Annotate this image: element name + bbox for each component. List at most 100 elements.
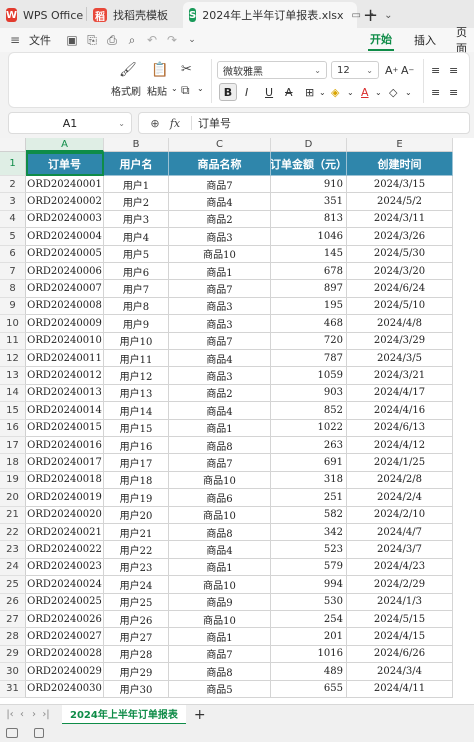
table-cell[interactable]: 商品10: [169, 471, 271, 490]
row-header-25[interactable]: 25: [0, 576, 26, 594]
table-cell[interactable]: 2024/2/8: [347, 471, 453, 490]
table-cell[interactable]: 用户18: [104, 471, 169, 490]
table-cell[interactable]: ORD20240015: [26, 419, 104, 437]
table-cell-empty[interactable]: [347, 680, 453, 698]
column-header-c[interactable]: C: [169, 138, 271, 152]
table-cell[interactable]: 468: [271, 315, 347, 333]
table-cell[interactable]: 用户14: [104, 402, 169, 420]
chevron-down-icon[interactable]: ⌄: [405, 83, 412, 101]
redo-icon[interactable]: ↷: [165, 33, 179, 47]
table-cell[interactable]: 263: [271, 437, 347, 455]
table-cell[interactable]: ORD20240014: [26, 402, 104, 420]
table-cell[interactable]: ORD20240011: [26, 350, 104, 368]
row-header-26[interactable]: 26: [0, 593, 26, 611]
save-icon[interactable]: ▣: [65, 33, 79, 47]
align-middle-icon[interactable]: ≡: [449, 61, 458, 79]
table-cell[interactable]: 用户20: [104, 506, 169, 524]
export-pdf-icon[interactable]: ⎘: [85, 33, 99, 47]
table-cell[interactable]: 579: [271, 558, 347, 577]
table-cell[interactable]: 2024/4/8: [347, 315, 453, 333]
menu-start[interactable]: 开始: [368, 29, 394, 51]
table-cell[interactable]: 商品7: [169, 280, 271, 298]
paste-button[interactable]: 粘贴: [147, 83, 167, 98]
table-cell[interactable]: 商品8: [169, 437, 271, 455]
table-cell[interactable]: 商品3: [169, 315, 271, 333]
table-cell[interactable]: 商品4: [169, 350, 271, 368]
table-cell[interactable]: 897: [271, 280, 347, 298]
table-cell[interactable]: 251: [271, 489, 347, 507]
table-cell[interactable]: 903: [271, 384, 347, 403]
header-cell[interactable]: 用户名: [104, 152, 169, 176]
row-header-9[interactable]: 9: [0, 297, 26, 316]
font-size-select[interactable]: 12 ⌄: [331, 61, 379, 79]
table-cell[interactable]: 用户1: [104, 176, 169, 194]
table-cell[interactable]: 2024/5/30: [347, 245, 453, 263]
table-cell[interactable]: ORD20240005: [26, 245, 104, 263]
table-cell[interactable]: 318: [271, 471, 347, 490]
table-cell[interactable]: 582: [271, 506, 347, 524]
table-cell[interactable]: 用户25: [104, 593, 169, 611]
table-cell[interactable]: 2024/4/23: [347, 558, 453, 577]
align-center-icon[interactable]: ≡: [449, 83, 458, 101]
row-header-23[interactable]: 23: [0, 541, 26, 559]
menu-insert[interactable]: 插入: [414, 32, 436, 48]
table-cell[interactable]: 商品8: [169, 524, 271, 542]
table-cell[interactable]: 2024/5/2: [347, 193, 453, 211]
table-cell[interactable]: 195: [271, 297, 347, 316]
row-header-8[interactable]: 8: [0, 280, 26, 298]
table-cell[interactable]: 813: [271, 210, 347, 229]
table-cell[interactable]: ORD20240026: [26, 611, 104, 629]
chevron-down-icon[interactable]: ⌄: [118, 119, 125, 128]
table-cell[interactable]: 用户13: [104, 384, 169, 403]
chevron-down-icon[interactable]: ⌄: [375, 83, 382, 101]
table-cell[interactable]: 商品1: [169, 419, 271, 437]
table-cell[interactable]: 用户22: [104, 541, 169, 559]
table-cell[interactable]: 1022: [271, 419, 347, 437]
table-cell[interactable]: 用户19: [104, 489, 169, 507]
table-cell[interactable]: ORD20240010: [26, 332, 104, 350]
table-cell[interactable]: 商品3: [169, 367, 271, 385]
table-cell[interactable]: 商品3: [169, 297, 271, 316]
table-cell[interactable]: ORD20240022: [26, 541, 104, 559]
table-cell[interactable]: ORD20240029: [26, 663, 104, 681]
table-cell[interactable]: 商品1: [169, 558, 271, 577]
row-header-4[interactable]: 4: [0, 210, 26, 229]
table-cell[interactable]: ORD20240003: [26, 210, 104, 229]
table-cell[interactable]: ORD20240009: [26, 315, 104, 333]
row-header-20[interactable]: 20: [0, 489, 26, 507]
table-cell[interactable]: 商品10: [169, 245, 271, 263]
table-cell[interactable]: 商品9: [169, 593, 271, 611]
fill-color-icon[interactable]: ◈: [331, 83, 339, 101]
font-name-select[interactable]: 微软雅黑 ⌄: [217, 61, 327, 79]
table-status-icon[interactable]: [34, 728, 44, 738]
spreadsheet-grid[interactable]: A B C D E 1 2 3 4 5 6 7 8 9 10 11 12 13 14 15 16 17 18 19 20 21 22…: [0, 138, 474, 704]
border-icon[interactable]: ⊞: [305, 83, 314, 101]
table-cell[interactable]: ORD20240008: [26, 297, 104, 316]
new-tab-plus-icon[interactable]: +: [357, 2, 384, 28]
table-cell[interactable]: ORD20240023: [26, 558, 104, 577]
table-cell[interactable]: 用户28: [104, 645, 169, 664]
table-cell[interactable]: 用户6: [104, 263, 169, 281]
copy-icon[interactable]: ⧉: [181, 83, 190, 97]
chevron-down-icon[interactable]: ⌄: [319, 83, 326, 101]
print-icon[interactable]: ⎙: [105, 33, 119, 47]
table-cell[interactable]: 2024/3/21: [347, 367, 453, 385]
table-cell[interactable]: 用户15: [104, 419, 169, 437]
table-cell[interactable]: ORD20240024: [26, 576, 104, 594]
align-top-icon[interactable]: ≡: [431, 61, 440, 79]
table-cell[interactable]: 商品10: [169, 506, 271, 524]
sheet-status-icon[interactable]: [6, 728, 18, 738]
paste-dropdown-icon[interactable]: ⌄: [171, 84, 178, 93]
table-cell[interactable]: 商品10: [169, 611, 271, 629]
table-cell[interactable]: ORD20240004: [26, 228, 104, 246]
table-cell[interactable]: 2024/5/10: [347, 297, 453, 316]
table-cell[interactable]: ORD20240002: [26, 193, 104, 211]
row-header-13[interactable]: 13: [0, 367, 26, 385]
italic-icon[interactable]: I: [245, 83, 248, 101]
row-header-6[interactable]: 6: [0, 245, 26, 263]
table-cell[interactable]: 商品2: [169, 210, 271, 229]
table-cell[interactable]: ORD20240001: [26, 176, 104, 194]
table-cell[interactable]: 254: [271, 611, 347, 629]
row-header-10[interactable]: 10: [0, 315, 26, 333]
table-cell[interactable]: ORD20240028: [26, 645, 104, 664]
